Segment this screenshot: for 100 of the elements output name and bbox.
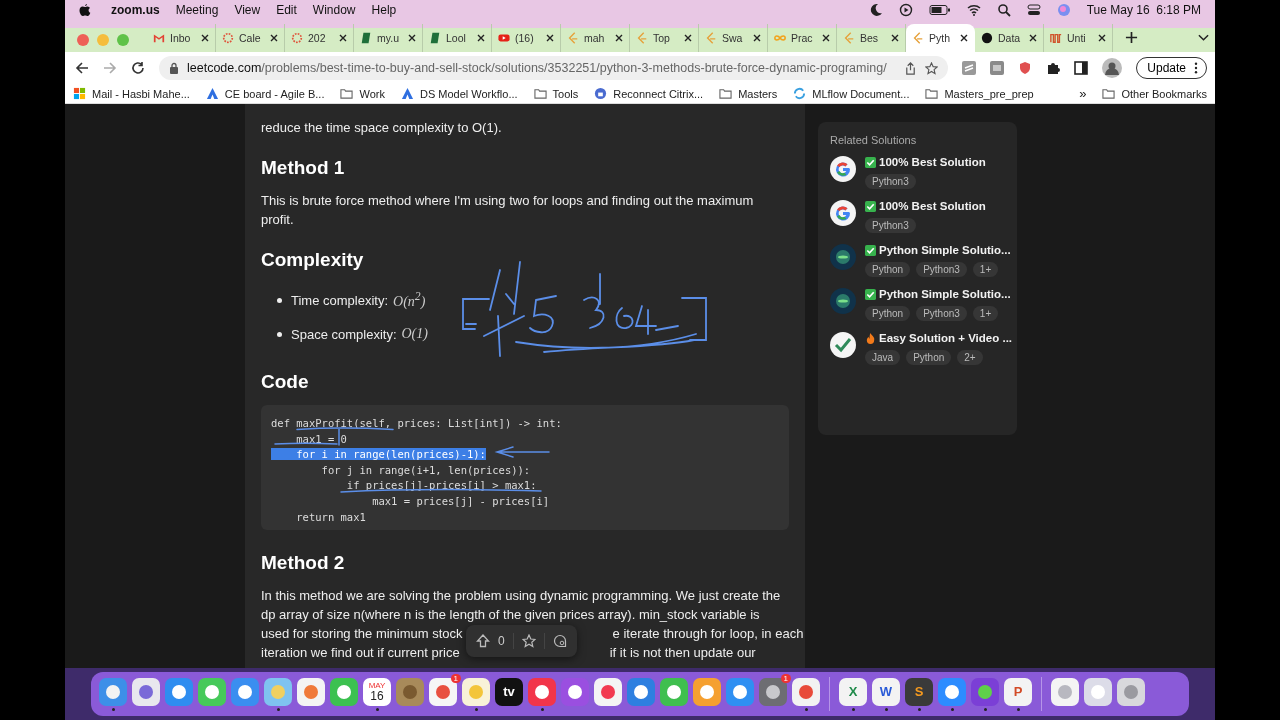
close-tab-icon[interactable] — [477, 34, 485, 42]
moon-icon[interactable] — [868, 3, 883, 17]
bookmark-link[interactable]: DS Model Workflo... — [419, 87, 518, 100]
menu-item[interactable]: Meeting — [175, 3, 219, 17]
comment-search-icon[interactable] — [552, 634, 567, 648]
play-circle-icon[interactable] — [898, 3, 913, 17]
close-tab-icon[interactable] — [822, 34, 830, 42]
bullet-icon — [277, 297, 282, 303]
doc-icon[interactable]: W — [872, 677, 900, 706]
bookmark-link[interactable]: Mail - Hasbi Mahe... — [92, 87, 190, 100]
bookmark-link[interactable]: MLflow Document... — [812, 87, 910, 100]
chevron-favicon-icon — [567, 32, 579, 44]
close-tab-icon[interactable] — [960, 34, 968, 42]
more-bookmarks-button[interactable]: » — [1079, 86, 1087, 101]
close-tab-icon[interactable] — [891, 34, 899, 42]
menu-item[interactable]: Window — [312, 3, 356, 17]
tiles-icon[interactable] — [73, 87, 86, 100]
close-tab-icon[interactable] — [270, 34, 278, 42]
paragraph-line: used for storing the minimum stock — [261, 625, 463, 644]
close-tab-icon[interactable] — [753, 34, 761, 42]
close-tab-icon[interactable] — [408, 34, 416, 42]
paragraph-line: if it is not then update our — [609, 644, 756, 663]
folder-icon[interactable] — [533, 87, 547, 100]
bookmark-link[interactable]: CE board - Agile B... — [224, 87, 325, 100]
folder-icon[interactable] — [340, 87, 354, 100]
solution-title[interactable]: 100% Best Solution — [879, 156, 986, 168]
close-tab-icon[interactable] — [1029, 34, 1037, 42]
close-tab-icon[interactable] — [684, 34, 692, 42]
editor-icon[interactable]: S — [905, 677, 933, 706]
square-icon[interactable] — [990, 61, 1005, 75]
glow-avatar-icon — [830, 288, 856, 314]
side-panel-icon[interactable] — [1074, 61, 1089, 75]
triangle-icon[interactable] — [205, 87, 219, 100]
close-tab-icon[interactable] — [615, 34, 623, 42]
browser-tab[interactable]: Pyth — [906, 24, 975, 52]
profile-avatar-icon[interactable] — [1102, 58, 1123, 78]
chevron-down-icon[interactable] — [1198, 34, 1209, 42]
triangle-icon[interactable] — [400, 87, 414, 100]
bookmark-link[interactable]: Reconnect Citrix... — [613, 87, 704, 100]
solution-title[interactable]: Python Simple Solutio... — [879, 288, 1011, 300]
language-tag: Java — [865, 350, 901, 365]
check-box-icon — [865, 200, 876, 212]
ring-favicon-icon — [222, 32, 234, 44]
close-window-button[interactable] — [77, 34, 89, 46]
bookmark-link[interactable]: Masters_pre_prep — [944, 87, 1034, 100]
app-menu[interactable]: zoom.us — [111, 3, 160, 17]
paragraph-line: dp array of size n(where n is the length of the given prices array). min_stock variable is — [261, 606, 760, 625]
update-button[interactable]: Update — [1136, 57, 1207, 79]
apple-icon[interactable] — [79, 3, 91, 17]
menu-item[interactable]: View — [234, 3, 261, 17]
back-icon[interactable] — [75, 61, 89, 75]
close-tab-icon[interactable] — [1098, 34, 1106, 42]
address-bar[interactable]: leetcode.com/problems/best-time-to-buy-and-sell-stock/solutions/3532251/python-3-methods-brute-force-dynamic-programing/ — [159, 56, 949, 80]
close-tab-icon[interactable] — [339, 34, 347, 42]
new-tab-icon[interactable] — [1125, 31, 1138, 44]
section-heading: Method 1 — [261, 157, 346, 179]
vote-count: 0 — [498, 634, 505, 648]
checkmark-avatar-icon — [830, 332, 856, 358]
battery-icon[interactable] — [928, 3, 951, 17]
search-icon[interactable] — [996, 3, 1011, 17]
paragraph-line: In this method we are solving the problem using dynamic programming. We just create the — [261, 587, 781, 606]
solution-title[interactable]: 100% Best Solution — [879, 200, 986, 212]
bookmark-link[interactable]: Other Bookmarks — [1121, 87, 1207, 100]
menu-clock[interactable]: Tue May 16 6:18 PM — [1086, 3, 1201, 17]
folder-icon[interactable] — [719, 87, 733, 100]
language-tag: Python3 — [916, 262, 967, 277]
upvote-icon[interactable] — [476, 634, 490, 648]
slides-icon[interactable]: P — [1004, 677, 1032, 706]
paragraph-line: e iterate through for loop, in each — [612, 625, 804, 644]
wifi-icon[interactable] — [966, 3, 981, 17]
mail-favicon-icon — [153, 32, 165, 44]
sheet-icon[interactable]: X — [839, 677, 867, 706]
folder-icon[interactable] — [925, 87, 939, 100]
star-icon[interactable] — [521, 634, 536, 648]
menu-item[interactable]: Edit — [276, 3, 297, 17]
toggles-icon[interactable] — [1026, 3, 1041, 17]
solution-title[interactable]: Python Simple Solutio... — [879, 244, 1011, 256]
close-tab-icon[interactable] — [546, 34, 554, 42]
solution-title[interactable]: Easy Solution + Video ... — [879, 332, 1013, 344]
reload-icon[interactable] — [131, 61, 145, 75]
menu-item[interactable]: Help — [371, 3, 397, 17]
swirl-icon[interactable] — [793, 87, 807, 100]
bookmark-link[interactable]: Work — [359, 87, 385, 100]
stripes-icon[interactable] — [962, 61, 977, 75]
bookmark-link[interactable]: Tools — [552, 87, 579, 100]
close-tab-icon[interactable] — [201, 34, 209, 42]
tv-icon[interactable]: tv — [495, 677, 523, 706]
calendar-icon[interactable]: MAY 16 — [363, 677, 391, 706]
check-box-icon — [865, 156, 876, 168]
notification-badge: 1 — [450, 673, 461, 683]
complexity-label: Time complexity: — [291, 292, 389, 308]
leaf-favicon-icon — [429, 32, 441, 44]
share-icon[interactable] — [904, 61, 918, 75]
folder-icon[interactable] — [1102, 87, 1116, 100]
star-icon[interactable] — [925, 61, 939, 75]
kebab-icon[interactable] — [1194, 62, 1198, 74]
shield-icon[interactable] — [1018, 61, 1033, 75]
wave-favicon-icon — [1050, 32, 1062, 44]
bookmark-link[interactable]: Masters — [738, 87, 778, 100]
puzzle-icon[interactable] — [1046, 61, 1061, 75]
